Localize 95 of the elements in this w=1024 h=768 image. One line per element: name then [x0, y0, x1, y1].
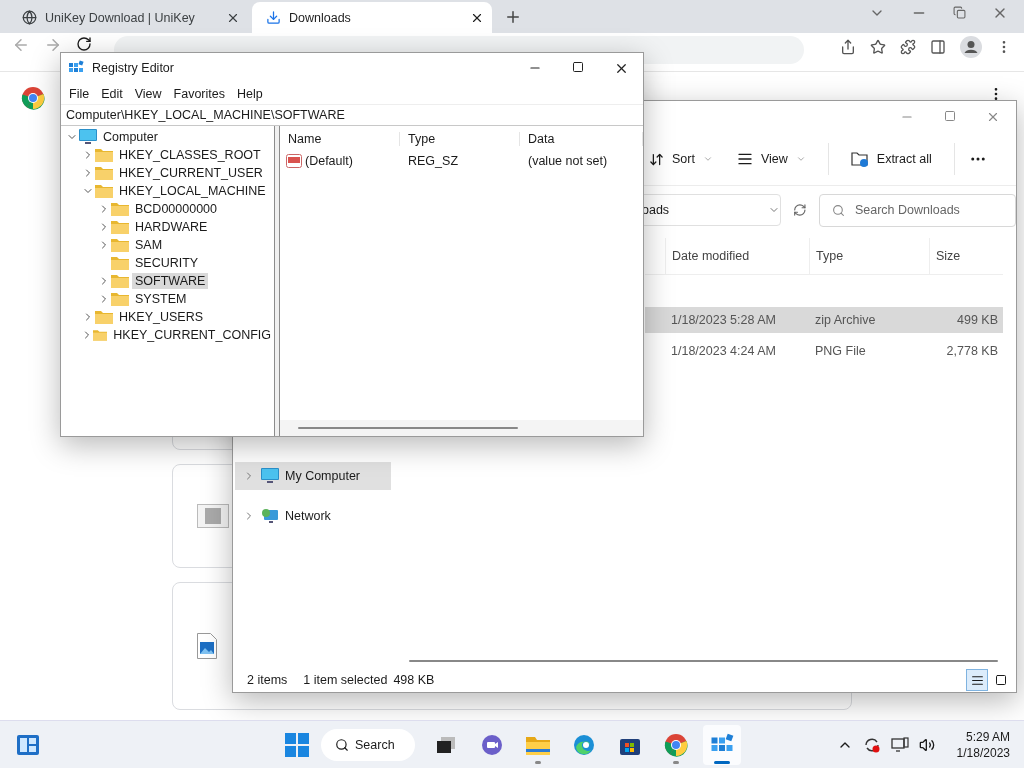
tiles-view-icon — [995, 674, 1007, 686]
computer-icon — [261, 468, 279, 484]
globe-icon — [22, 10, 37, 25]
folder-icon — [111, 256, 129, 270]
chrome-logo — [21, 86, 45, 110]
toolbar-button[interactable]: Extract all — [842, 145, 940, 173]
folder-icon — [111, 274, 129, 288]
tree-item[interactable]: HKEY_CURRENT_CONFIG — [110, 327, 274, 343]
computer-icon — [79, 129, 97, 145]
maximize-icon[interactable] — [572, 60, 584, 73]
selection-info: 1 item selected — [303, 673, 388, 687]
tree-item[interactable]: SYSTEM — [132, 291, 190, 307]
download-icon — [266, 10, 281, 25]
search-field[interactable]: Search Downloads — [818, 193, 1016, 227]
menu-item[interactable]: Favorites — [167, 86, 231, 101]
item-count: 2 items — [247, 673, 288, 687]
menu-item[interactable]: View — [128, 86, 168, 101]
nav-item[interactable]: Network — [235, 502, 391, 530]
tree-item[interactable]: HKEY_LOCAL_MACHINE — [116, 183, 269, 199]
folder-icon — [111, 292, 129, 306]
scrollbar-thumb[interactable] — [298, 427, 518, 429]
refresh-icon[interactable] — [793, 203, 807, 217]
folder-icon — [95, 310, 113, 324]
profile-icon[interactable] — [960, 36, 982, 58]
tree-item[interactable]: HARDWARE — [132, 219, 211, 235]
chrome-icon — [664, 733, 688, 757]
sort-icon — [649, 151, 664, 167]
menu-item[interactable]: Help — [231, 86, 269, 101]
extensions-icon[interactable] — [900, 39, 916, 55]
folder-icon — [111, 238, 129, 252]
volume-icon[interactable] — [918, 736, 935, 753]
image-file-icon — [197, 633, 217, 659]
table-cell-text: REG_SZ — [407, 154, 459, 168]
tree-item[interactable]: SAM — [132, 237, 166, 253]
menu-item[interactable]: Edit — [95, 86, 129, 101]
view-lines-icon — [736, 151, 753, 167]
file-row[interactable]: 1/18/2023 5:28 AM zip Archive 499 KB — [645, 307, 1003, 333]
folder-icon — [111, 220, 129, 234]
bookmark-star-icon[interactable] — [870, 39, 886, 55]
search-button[interactable]: Search — [321, 729, 415, 761]
dropdown-icon — [702, 154, 713, 164]
task-view-icon — [435, 735, 457, 755]
toolbar-button[interactable]: View — [728, 145, 814, 173]
menu-item[interactable]: File — [63, 86, 96, 101]
column-header[interactable]: Name — [280, 132, 400, 146]
folder-icon — [95, 166, 113, 180]
side-panel-icon[interactable] — [930, 39, 946, 55]
tree-item[interactable]: HKEY_CURRENT_USER — [116, 165, 266, 181]
network-icon — [261, 508, 279, 524]
column-header[interactable]: Date modified — [665, 238, 809, 274]
tree-item[interactable]: SECURITY — [132, 255, 202, 271]
network-icon[interactable] — [890, 736, 909, 753]
restore-icon[interactable] — [953, 6, 966, 19]
column-header[interactable]: Type — [400, 132, 520, 146]
toolbar-button[interactable]: Sort — [641, 145, 721, 173]
address-field[interactable]: Computer\HKEY_LOCAL_MACHINE\SOFTWARE — [61, 104, 643, 126]
column-header[interactable]: Size — [929, 238, 1001, 274]
widgets-icon[interactable] — [16, 733, 40, 756]
scrollbar-thumb[interactable] — [409, 660, 998, 662]
folder-icon — [95, 148, 113, 162]
browser-tab[interactable]: UniKey Download | UniKey — [8, 2, 248, 33]
tree-item[interactable]: Computer — [100, 129, 161, 145]
video-chat-icon — [481, 734, 503, 756]
tree-item[interactable]: HKEY_USERS — [116, 309, 207, 325]
folder-icon — [111, 202, 129, 216]
file-row[interactable]: 1/18/2023 4:24 AM PNG File 2,778 KB — [645, 338, 1003, 364]
extract-folder-icon — [850, 151, 869, 167]
table-cell: (Default) — [305, 154, 353, 168]
reload-icon[interactable] — [76, 36, 92, 52]
tree-item[interactable]: SOFTWARE — [132, 273, 209, 289]
column-header[interactable]: Type — [809, 238, 929, 274]
selection-size: 498 KB — [393, 673, 435, 687]
search-icon — [335, 738, 349, 752]
window-title: Registry Editor — [92, 61, 174, 75]
share-icon[interactable] — [840, 39, 856, 55]
dropdown-icon — [795, 154, 806, 164]
forward-icon[interactable] — [44, 36, 62, 54]
tree-item[interactable]: HKEY_CLASSES_ROOT — [116, 147, 264, 163]
video-file-icon — [197, 504, 229, 528]
start-icon[interactable] — [285, 733, 309, 757]
folder-icon — [95, 184, 113, 198]
folder-icon — [526, 735, 550, 755]
browser-tab[interactable]: Downloads — [252, 2, 492, 33]
back-icon[interactable] — [12, 36, 30, 54]
nav-item[interactable]: My Computer — [235, 462, 391, 490]
search-icon — [831, 203, 845, 217]
column-header[interactable]: Data — [520, 132, 643, 146]
details-view-icon — [970, 673, 984, 687]
string-value-icon — [286, 154, 302, 168]
folder-icon — [93, 328, 108, 342]
edge-icon — [573, 734, 595, 756]
view-mode-button[interactable] — [966, 669, 988, 691]
clock[interactable]: 5:29 AM 1/18/2023 — [956, 728, 1010, 761]
tree-item[interactable]: BCD00000000 — [132, 201, 220, 217]
table-cell-text: (value not set) — [527, 154, 609, 168]
